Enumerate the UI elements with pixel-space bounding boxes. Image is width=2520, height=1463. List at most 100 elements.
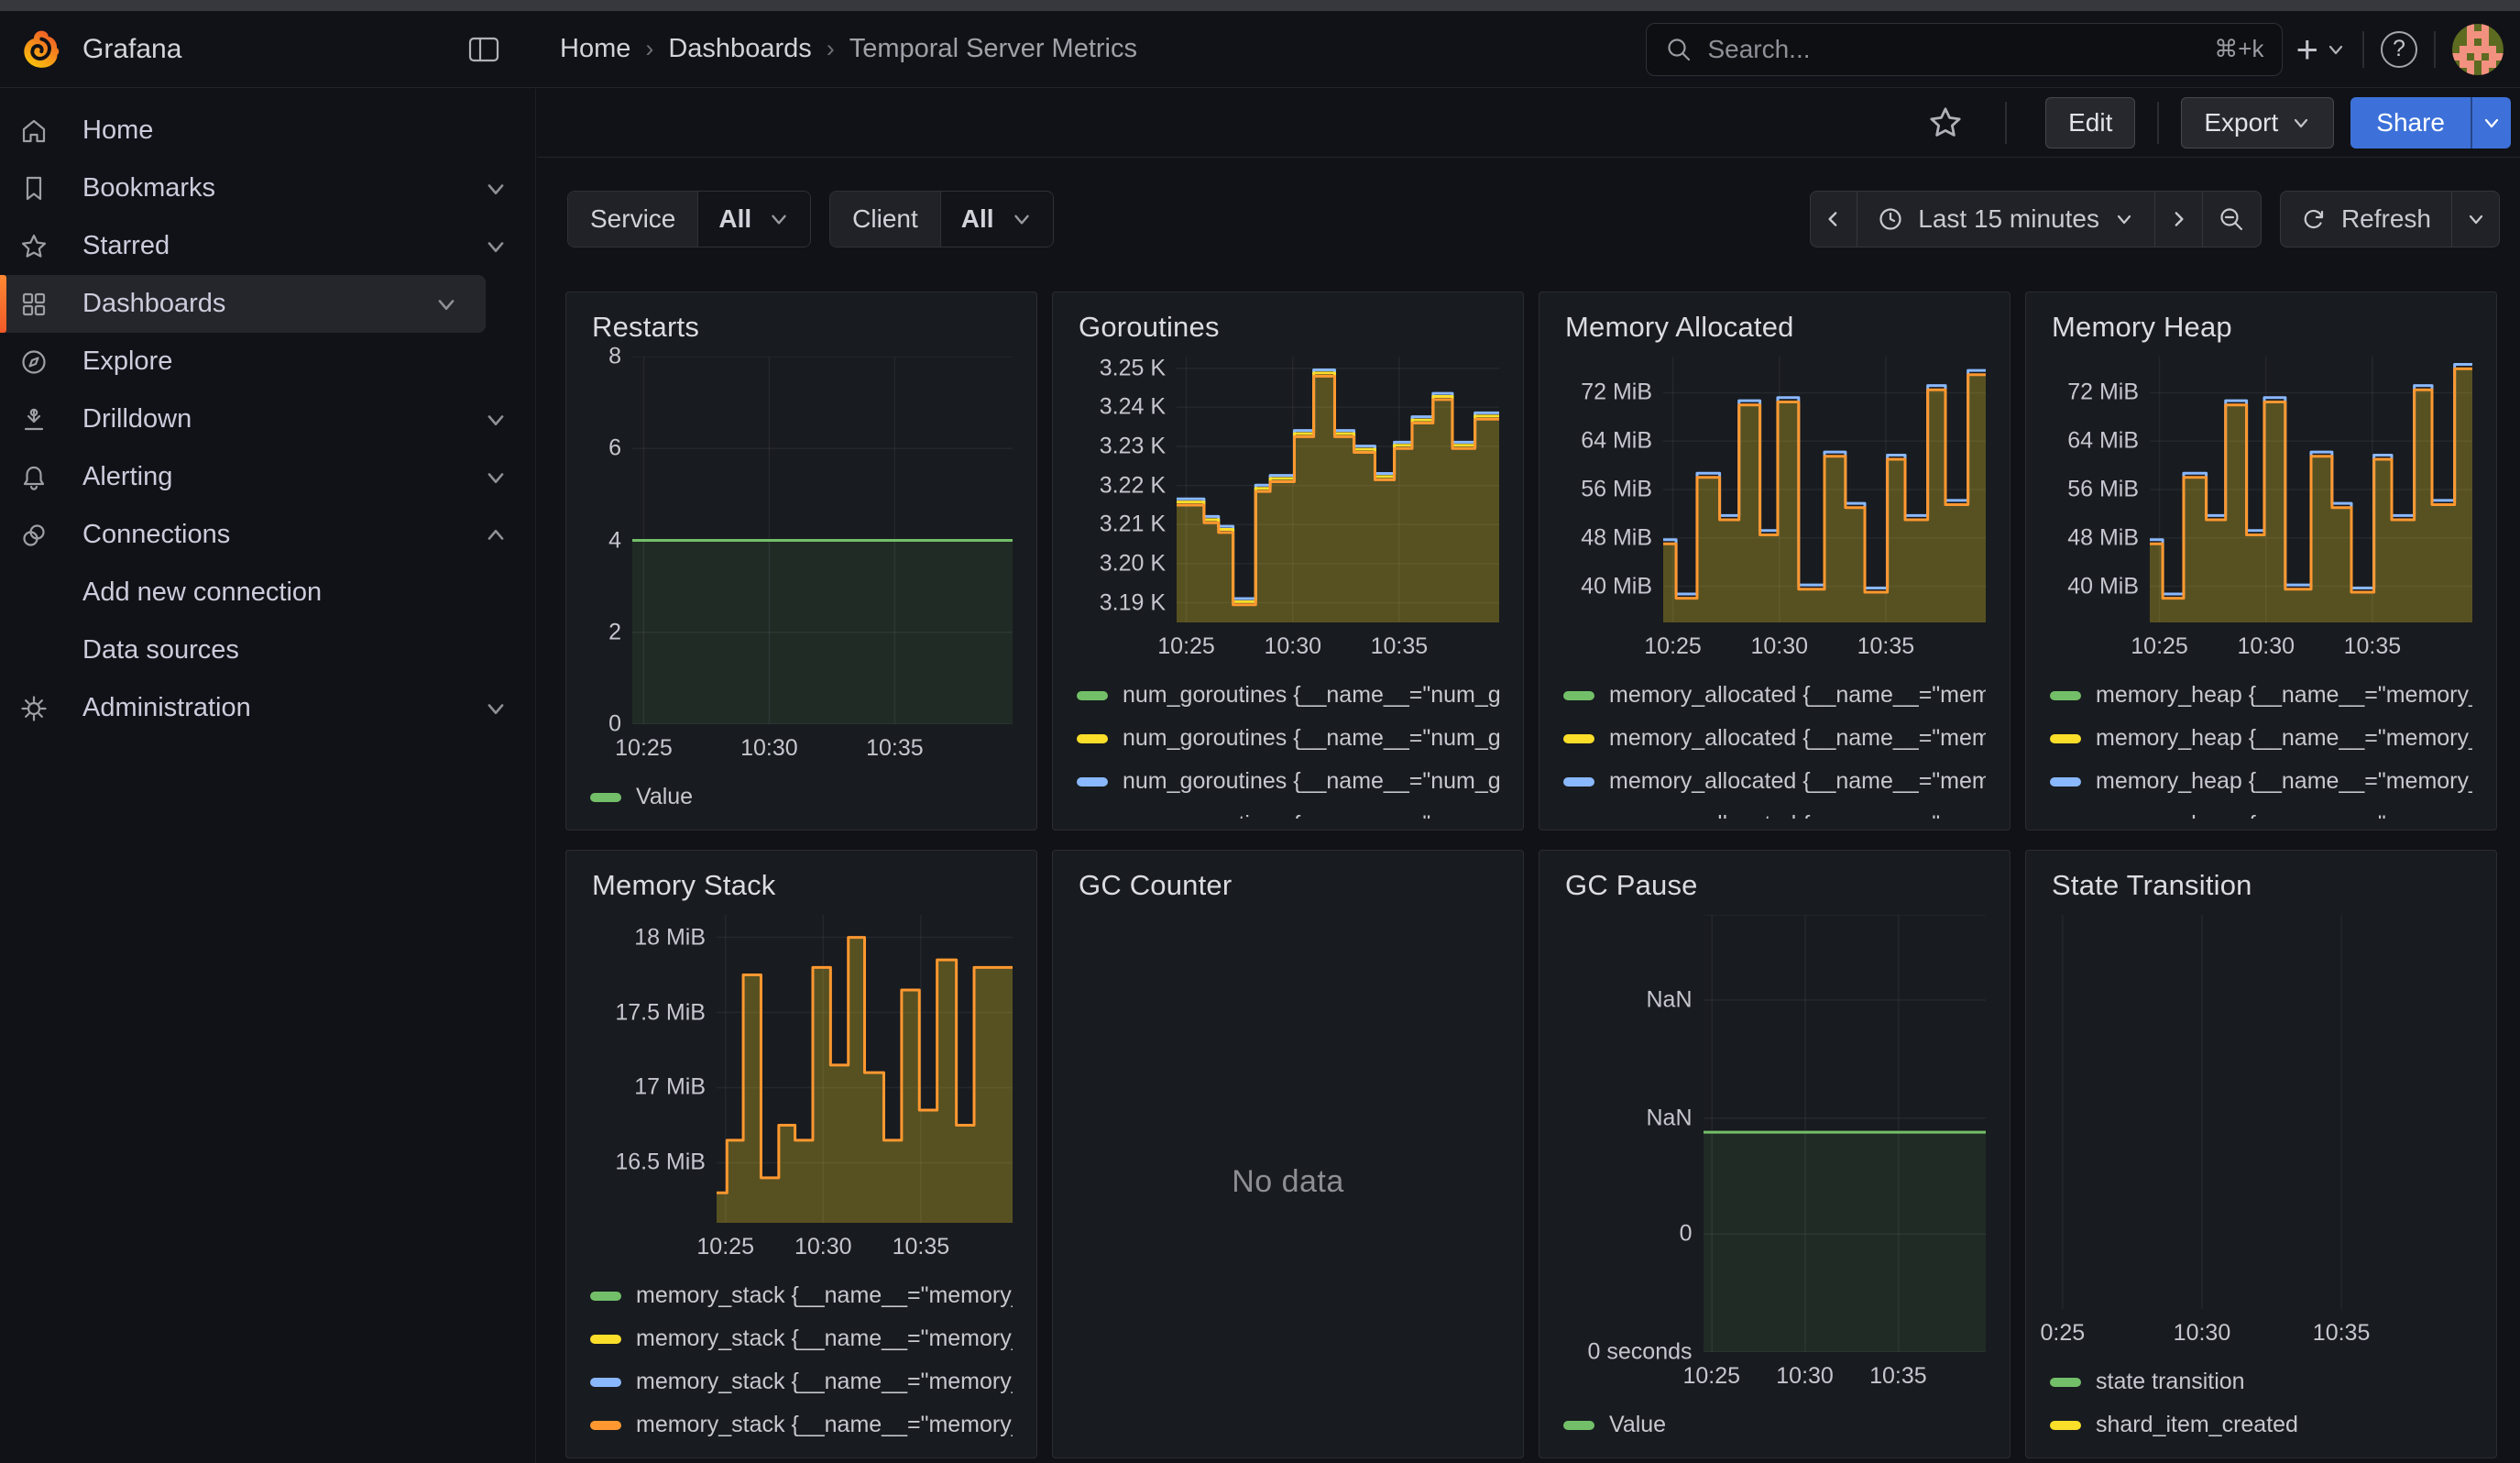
legend-item[interactable]: num_goroutines {__name__="num_go — [1077, 674, 1499, 717]
share-menu-button[interactable] — [2471, 97, 2511, 148]
plot-region — [1704, 915, 1987, 1352]
star-icon[interactable] — [1928, 105, 1963, 140]
time-range-group: Last 15 minutes — [1810, 191, 2262, 248]
export-button[interactable]: Export — [2181, 97, 2334, 148]
sidebar-item-data-sources[interactable]: Data sources — [0, 622, 535, 679]
search-box[interactable]: ⌘+k — [1646, 23, 2283, 76]
sidebar-item-home[interactable]: Home — [0, 102, 535, 160]
panel-memory-heap[interactable]: Memory Heap72 MiB64 MiB56 MiB48 MiB40 Mi… — [2025, 292, 2497, 830]
time-controls: Last 15 minutes — [1810, 191, 2500, 248]
search-input[interactable] — [1707, 35, 2199, 64]
avatar[interactable] — [2452, 24, 2504, 75]
service-filter-value[interactable]: All — [698, 192, 810, 247]
client-filter[interactable]: Client All — [829, 191, 1053, 248]
legend-label: memory_stack {__name__="memory_s — [636, 1282, 1013, 1309]
legend-label: memory_allocated {__name__="memc — [1609, 682, 1986, 709]
chart-area-state-transition — [2050, 915, 2472, 1309]
legend-item[interactable]: Value — [1563, 1403, 1986, 1446]
sidebar-toggle-icon[interactable] — [468, 36, 499, 63]
chevron-down-icon[interactable] — [484, 408, 508, 432]
legend-item[interactable]: Value — [590, 776, 1013, 819]
legend-item[interactable]: memory_allocated {__name__="memc — [1563, 760, 1986, 803]
panel-state-transition[interactable]: State Transition0:2510:3010:35state tran… — [2025, 850, 2497, 1458]
sidebar-item-drilldown[interactable]: Drilldown — [0, 390, 535, 448]
chevron-down-icon[interactable] — [434, 292, 458, 316]
chevron-down-icon[interactable] — [484, 697, 508, 720]
sidebar-item-administration[interactable]: Administration — [0, 679, 535, 737]
chevron-down-icon — [1011, 208, 1033, 230]
legend-item[interactable]: memory_heap {__name__="memory_h — [2050, 674, 2472, 717]
edit-button[interactable]: Edit — [2045, 97, 2135, 148]
service-filter[interactable]: Service All — [567, 191, 811, 248]
sidebar-item-bookmarks[interactable]: Bookmarks — [0, 160, 535, 217]
refresh-interval-button[interactable] — [2452, 191, 2500, 248]
share-button[interactable]: Share — [2350, 97, 2471, 148]
x-axis: 10:2510:3010:35 — [1563, 1358, 1986, 1394]
time-back-button[interactable] — [1810, 191, 1857, 248]
legend-item[interactable]: memory_stack {__name__="memory_s — [590, 1360, 1013, 1403]
legend-item[interactable]: shard_item_created — [2050, 1403, 2472, 1446]
panel-gc-pause[interactable]: GC PauseNaNNaN00 seconds10:2510:3010:35V… — [1539, 850, 2011, 1458]
legend-item[interactable]: memory_stack {__name__="memory_s — [590, 1274, 1013, 1317]
panel-restarts[interactable]: Restarts8642010:2510:3010:35Value — [565, 292, 1037, 830]
refresh-button[interactable]: Refresh — [2280, 191, 2452, 248]
legend-item[interactable]: memory_heap {__name__="memory_h — [2050, 803, 2472, 819]
sidebar-item-explore[interactable]: Explore — [0, 333, 535, 390]
panel-goroutines[interactable]: Goroutines3.25 K3.24 K3.23 K3.22 K3.21 K… — [1052, 292, 1524, 830]
client-filter-value[interactable]: All — [941, 192, 1053, 247]
breadcrumb-home[interactable]: Home — [560, 34, 630, 64]
legend: state transitionshard_item_created — [2050, 1360, 2472, 1446]
breadcrumb-separator: › — [645, 35, 653, 63]
help-button[interactable]: ? — [2381, 31, 2417, 68]
time-range-label: Last 15 minutes — [1918, 204, 2099, 234]
legend-item[interactable]: num_goroutines {__name__="num_go — [1077, 803, 1499, 819]
y-axis-tick: 3.25 K — [1100, 355, 1166, 381]
legend-item[interactable]: memory_allocated {__name__="memc — [1563, 717, 1986, 760]
service-filter-label: Service — [568, 192, 698, 247]
plot-region — [1177, 357, 1499, 622]
dashboard-toolbar: Edit Export Share — [537, 89, 2520, 158]
legend-label: memory_heap {__name__="memory_h — [2096, 725, 2472, 752]
time-forward-button[interactable] — [2155, 191, 2203, 248]
sidebar-item-add-new-connection[interactable]: Add new connection — [0, 564, 535, 622]
sidebar-item-starred[interactable]: Starred — [0, 217, 535, 275]
x-axis-tick: 10:25 — [1157, 633, 1215, 660]
legend-item[interactable]: num_goroutines {__name__="num_go — [1077, 717, 1499, 760]
legend-item[interactable]: memory_allocated {__name__="memc — [1563, 803, 1986, 819]
sidebar-item-dashboards[interactable]: Dashboards — [0, 275, 486, 333]
legend-item[interactable]: memory_stack {__name__="memory_s — [590, 1403, 1013, 1446]
legend-item[interactable]: num_goroutines {__name__="num_go — [1077, 760, 1499, 803]
panel-gc-counter[interactable]: GC CounterNo data — [1052, 850, 1524, 1458]
legend-item[interactable]: memory_heap {__name__="memory_h — [2050, 760, 2472, 803]
legend-item[interactable]: memory_stack {__name__="memory_s — [590, 1317, 1013, 1360]
share-button-group: Share — [2350, 97, 2511, 148]
refresh-label: Refresh — [2341, 204, 2431, 234]
legend-item[interactable]: memory_allocated {__name__="memc — [1563, 674, 1986, 717]
legend-swatch — [590, 1378, 621, 1387]
chevron-down-icon[interactable] — [484, 235, 508, 258]
zoom-out-button[interactable] — [2203, 191, 2262, 248]
time-range-picker[interactable]: Last 15 minutes — [1857, 191, 2155, 248]
chevron-up-icon[interactable] — [484, 523, 508, 547]
chevron-down-icon[interactable] — [484, 177, 508, 201]
x-axis-tick: 10:35 — [2313, 1320, 2371, 1347]
window-top-strip — [0, 0, 2520, 11]
legend-label: memory_allocated {__name__="memc — [1609, 811, 1986, 819]
chart-area-memory-stack: 18 MiB17.5 MiB17 MiB16.5 MiB — [590, 915, 1013, 1223]
sidebar-item-label: Bookmarks — [82, 173, 484, 204]
content: Edit Export Share — [537, 89, 2520, 1463]
x-axis-tick: 10:30 — [1264, 633, 1321, 660]
sidebar-item-connections[interactable]: Connections — [0, 506, 535, 564]
panel-memory-stack[interactable]: Memory Stack18 MiB17.5 MiB17 MiB16.5 MiB… — [565, 850, 1037, 1458]
legend-item[interactable]: memory_heap {__name__="memory_h — [2050, 717, 2472, 760]
legend-item[interactable]: state transition — [2050, 1360, 2472, 1403]
header-actions: ⌘+k + ? — [1646, 23, 2504, 76]
sidebar-item-alerting[interactable]: Alerting — [0, 448, 535, 506]
chart-area-gc-pause: NaNNaN00 seconds — [1563, 915, 1986, 1352]
legend-swatch — [1563, 777, 1594, 786]
panel-memory-allocated[interactable]: Memory Allocated72 MiB64 MiB56 MiB48 MiB… — [1539, 292, 2011, 830]
breadcrumb-dashboards[interactable]: Dashboards — [668, 34, 811, 64]
add-button[interactable]: + — [2295, 28, 2346, 72]
chevron-down-icon[interactable] — [484, 466, 508, 490]
x-axis-tick: 10:35 — [1857, 633, 1915, 660]
